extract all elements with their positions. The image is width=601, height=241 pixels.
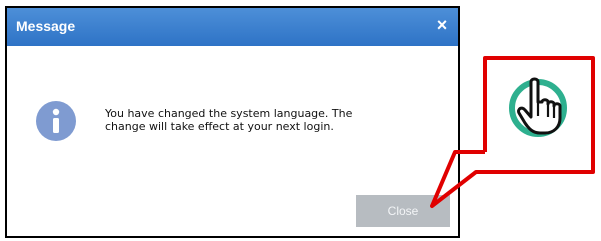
tap-hand-icon [509, 77, 567, 137]
